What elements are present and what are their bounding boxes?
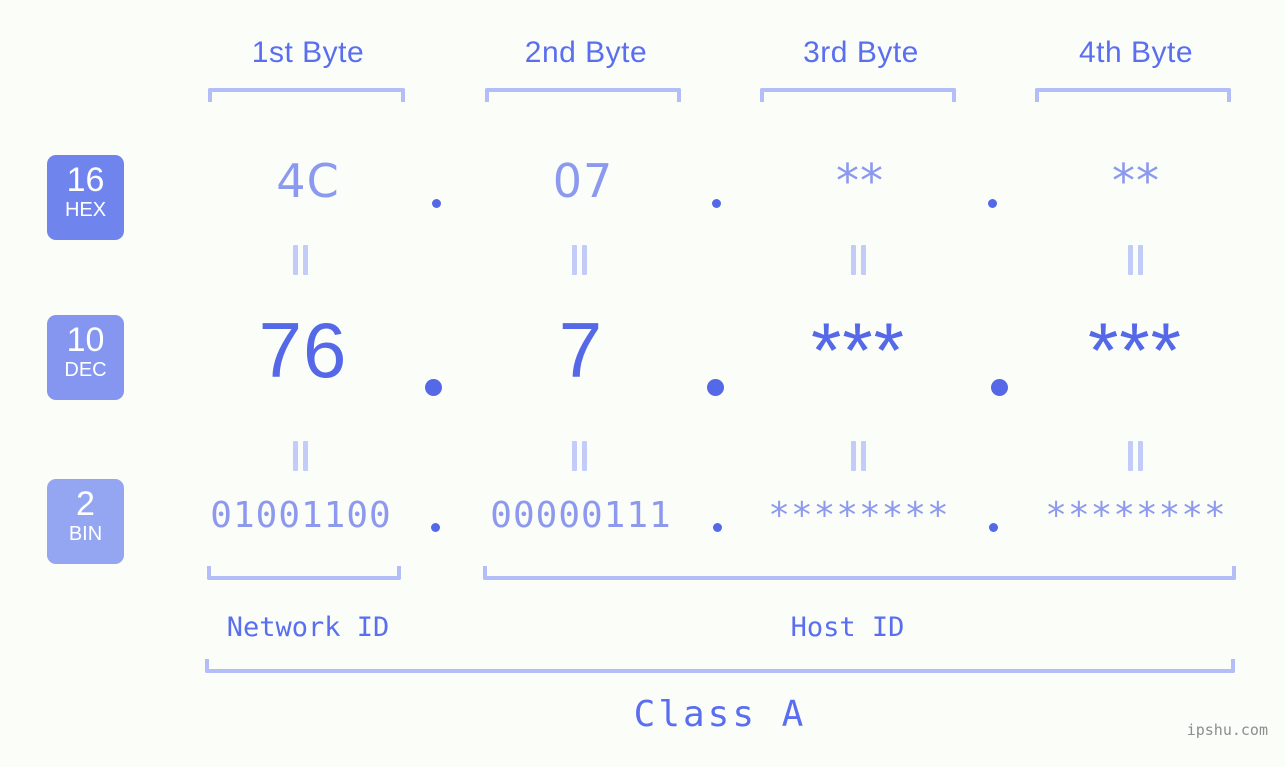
equals-icon-2 [572,245,588,275]
equals-icon-5 [293,441,309,471]
watermark: ipshu.com [1186,721,1268,739]
radix-badge-dec-unit: DEC [64,359,107,381]
equals-icon-6 [572,441,588,471]
bin-byte-4-value: ******** [1045,495,1227,536]
radix-badge-hex-unit: HEX [64,199,107,221]
byte-header-4: 4th Byte [1078,36,1194,69]
byte-bracket-4 [1035,88,1231,102]
ip-byte-diagram: 1st Byte 2nd Byte 3rd Byte 4th Byte 16 H… [0,0,1285,767]
radix-badge-dec-number: 10 [66,321,105,359]
hex-separator-1 [432,199,441,208]
radix-badge-hex-number: 16 [66,161,105,199]
radix-badge-bin-unit: BIN [68,523,103,545]
bin-separator-2 [713,523,722,532]
dec-byte-3-value: *** [810,306,906,394]
dec-separator-1 [425,379,442,396]
host-id-bracket [483,566,1236,580]
radix-badge-dec[interactable]: 10 DEC [47,315,124,400]
hex-byte-2-value: 07 [552,154,614,208]
byte-header-3: 3rd Byte [803,36,919,69]
network-id-label: Network ID [226,612,390,643]
bin-byte-3-value: ******** [768,495,950,536]
equals-icon-1 [293,245,309,275]
hex-byte-4-value: ** [1112,154,1160,208]
class-label: Class A [633,694,807,735]
byte-header-1: 1st Byte [251,36,365,69]
hex-separator-2 [712,199,721,208]
bin-byte-1-value: 01001100 [210,495,392,536]
byte-bracket-3 [760,88,956,102]
dec-separator-3 [991,379,1008,396]
equals-icon-3 [851,245,867,275]
byte-header-2: 2nd Byte [524,36,648,69]
byte-bracket-2 [485,88,681,102]
hex-byte-3-value: ** [836,154,884,208]
bin-separator-3 [989,523,998,532]
equals-icon-7 [851,441,867,471]
dec-separator-2 [707,379,724,396]
dec-byte-1-value: 76 [258,306,348,394]
equals-icon-4 [1128,245,1144,275]
radix-badge-bin[interactable]: 2 BIN [47,479,124,564]
dec-byte-2-value: 7 [558,306,604,394]
dec-byte-4-value: *** [1087,306,1183,394]
radix-badge-bin-number: 2 [76,485,95,523]
byte-bracket-1 [208,88,405,102]
bin-byte-2-value: 00000111 [490,495,672,536]
bin-separator-1 [431,523,440,532]
hex-separator-3 [988,199,997,208]
network-id-bracket [207,566,401,580]
radix-badge-hex[interactable]: 16 HEX [47,155,124,240]
class-bracket [205,659,1235,673]
equals-icon-8 [1128,441,1144,471]
hex-byte-1-value: 4C [276,154,340,208]
host-id-label: Host ID [790,612,905,643]
